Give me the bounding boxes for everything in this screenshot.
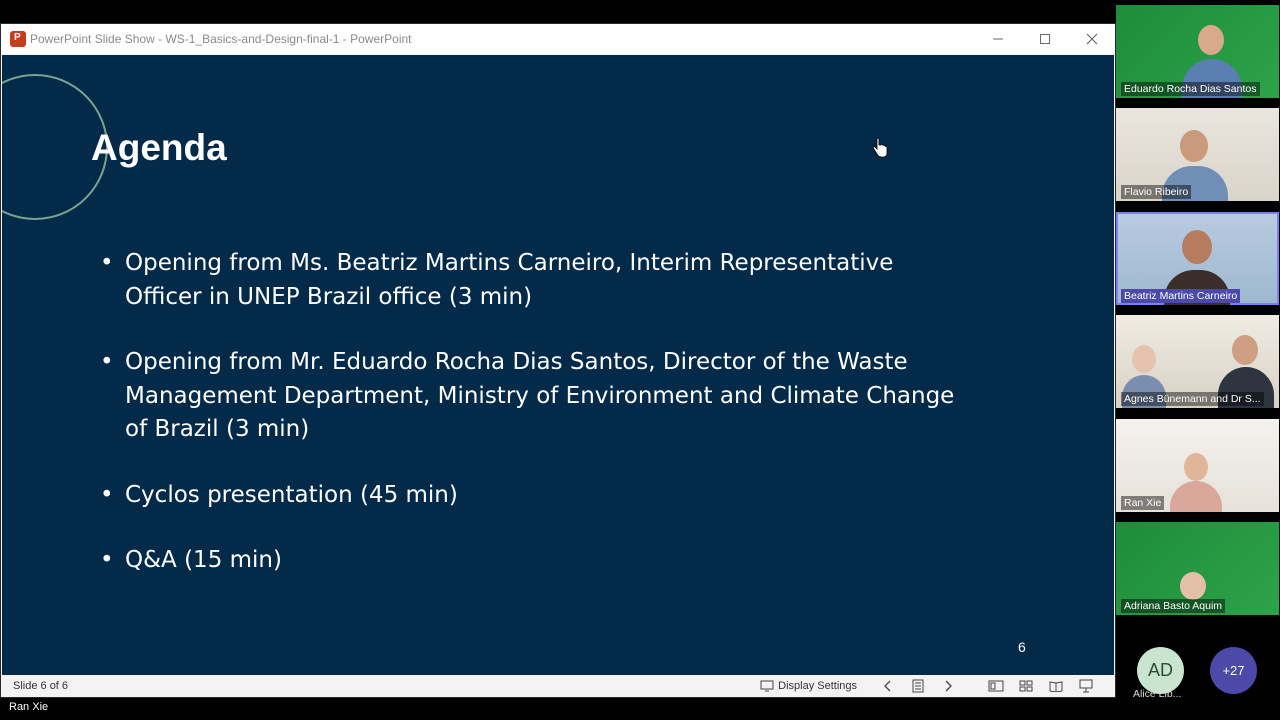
- maximize-icon: [1039, 34, 1050, 44]
- minimize-icon: [992, 38, 1003, 40]
- participant-name: Ran Xie: [1121, 496, 1165, 510]
- participant-tile[interactable]: Flavio Ribeiro: [1116, 108, 1279, 201]
- slide-show-icon: [1079, 679, 1093, 693]
- agenda-item: Cyclos presentation (45 min): [100, 479, 960, 513]
- participant-avatar: [1132, 345, 1156, 373]
- slide-title: Agenda: [91, 127, 227, 168]
- participant-name: Adriana Basto Aquim: [1121, 599, 1226, 613]
- close-icon: [1086, 33, 1097, 45]
- participant-avatar: [1170, 481, 1222, 512]
- window-title: PowerPoint Slide Show - WS-1_Basics-and-…: [30, 32, 412, 46]
- participant-avatar-initials[interactable]: AD: [1137, 647, 1184, 694]
- normal-view-button[interactable]: [981, 675, 1011, 697]
- participant-name: Flavio Ribeiro: [1121, 185, 1192, 199]
- participant-avatar: [1180, 130, 1208, 162]
- display-settings-button[interactable]: Display Settings: [760, 680, 857, 692]
- participant-avatar: [1232, 335, 1258, 365]
- agenda-item: Opening from Ms. Beatriz Martins Carneir…: [100, 247, 960, 314]
- reading-view-button[interactable]: [1041, 675, 1071, 697]
- agenda-item: Q&A (15 min): [100, 544, 960, 578]
- slide-show-button[interactable]: [1071, 675, 1101, 697]
- slide-menu-button[interactable]: [903, 675, 933, 697]
- participant-tile[interactable]: Agnes Bünemann and Dr S...: [1116, 315, 1279, 408]
- participant-avatar: [1182, 230, 1212, 264]
- participant-avatar-name: Alice Lib...: [1133, 688, 1182, 700]
- slide-canvas[interactable]: Agenda Opening from Ms. Beatriz Martins …: [2, 55, 1114, 675]
- powerpoint-window: PowerPoint Slide Show - WS-1_Basics-and-…: [0, 23, 1116, 698]
- slide-sorter-button[interactable]: [1011, 675, 1041, 697]
- reading-view-icon: [1049, 681, 1063, 692]
- next-slide-button[interactable]: [933, 675, 963, 697]
- participant-name: Eduardo Rocha Dias Santos: [1121, 82, 1260, 96]
- powerpoint-icon: [10, 31, 26, 47]
- status-bar-controls: Display Settings: [760, 675, 1101, 697]
- current-sharer-name: Ran Xie: [9, 701, 49, 713]
- participant-tile-active-speaker[interactable]: Beatriz Martins Carneiro: [1116, 212, 1279, 305]
- participant-avatar: [1180, 572, 1206, 600]
- hand-cursor-icon: [872, 137, 888, 158]
- close-button[interactable]: [1068, 24, 1115, 54]
- participant-tile[interactable]: Eduardo Rocha Dias Santos: [1116, 5, 1279, 98]
- monitor-icon: [760, 680, 774, 692]
- slide-menu-icon: [912, 679, 924, 693]
- maximize-button[interactable]: [1021, 24, 1068, 54]
- slide-number: 6: [1018, 639, 1026, 655]
- window-controls: [974, 24, 1115, 54]
- chevron-right-icon: [945, 680, 952, 692]
- normal-view-icon: [988, 680, 1004, 692]
- participant-tile[interactable]: Adriana Basto Aquim: [1116, 522, 1279, 615]
- participant-avatar: [1184, 453, 1208, 481]
- previous-slide-button[interactable]: [873, 675, 903, 697]
- title-bar: PowerPoint Slide Show - WS-1_Basics-and-…: [1, 24, 1115, 54]
- chevron-left-icon: [884, 680, 891, 692]
- agenda-list: Opening from Ms. Beatriz Martins Carneir…: [100, 247, 960, 610]
- participant-name: Beatriz Martins Carneiro: [1121, 289, 1241, 303]
- participant-avatar: [1198, 25, 1224, 55]
- more-participants-button[interactable]: +27: [1210, 647, 1257, 694]
- slide-count: Slide 6 of 6: [13, 680, 69, 692]
- agenda-item: Opening from Mr. Eduardo Rocha Dias Sant…: [100, 346, 960, 447]
- minimize-button[interactable]: [974, 24, 1021, 54]
- participant-tile[interactable]: Ran Xie: [1116, 419, 1279, 512]
- participant-name: Agnes Bünemann and Dr S...: [1121, 392, 1264, 406]
- slide-sorter-icon: [1019, 680, 1033, 692]
- status-bar: Slide 6 of 6 Display Settings: [1, 675, 1115, 697]
- display-settings-label: Display Settings: [778, 680, 857, 692]
